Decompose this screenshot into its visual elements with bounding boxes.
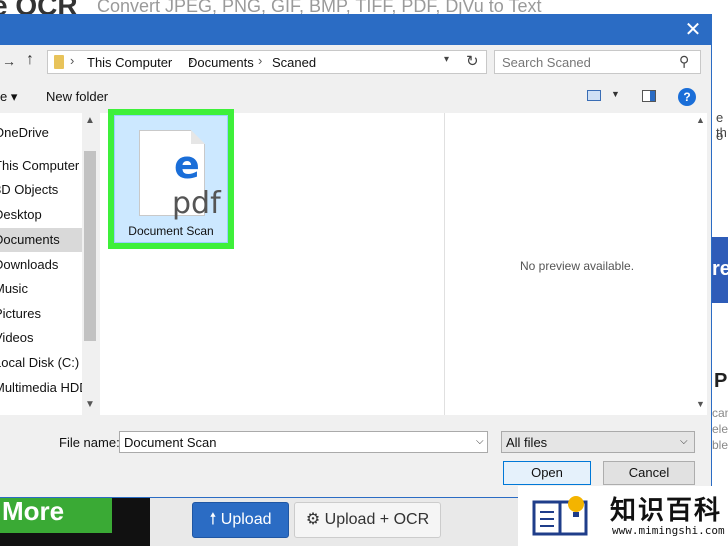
- edge-logo-icon: e: [174, 143, 200, 187]
- sidebar-item-multimedia-hdd[interactable]: Multimedia HDD: [0, 376, 82, 400]
- open-button[interactable]: Open: [503, 461, 591, 485]
- file-type-value: All files: [506, 435, 548, 450]
- upload-button[interactable]: 🠕 Upload: [192, 502, 289, 538]
- new-folder-button[interactable]: New folder: [46, 89, 108, 104]
- right-text: o: [716, 128, 724, 143]
- upload-ocr-button-label: Upload + OCR: [324, 511, 430, 528]
- sidebar-item-local-disk[interactable]: Local Disk (C:): [0, 351, 82, 375]
- refresh-icon[interactable]: ↻: [466, 52, 479, 70]
- navigation-pane: OneDrive This Computer 3D Objects Deskto…: [0, 113, 98, 415]
- file-name-label: Document Scan: [128, 224, 214, 238]
- up-arrow-icon[interactable]: ↑: [26, 51, 34, 69]
- book-lightbulb-logo: [532, 496, 588, 536]
- search-input[interactable]: Search Scaned ⚲: [494, 50, 701, 74]
- right-small-text: can ele ble: [712, 406, 728, 452]
- watermark: 知识百科 www.mimingshi.com: [518, 486, 728, 546]
- chevron-right-icon: ›: [258, 53, 263, 68]
- chevron-right-icon: ›: [70, 53, 75, 68]
- close-button[interactable]: ✕: [680, 17, 706, 43]
- edge-pdf-icon: e pdf: [139, 130, 221, 221]
- pdf-label: pdf: [172, 186, 221, 221]
- folder-icon: [54, 55, 64, 69]
- breadcrumb-scaned[interactable]: Scaned: [272, 55, 316, 70]
- sidebar-item-music[interactable]: Music: [0, 277, 82, 301]
- sidebar-item-this-computer[interactable]: This Computer: [0, 154, 82, 178]
- help-icon[interactable]: ?: [678, 88, 696, 106]
- watermark-url: www.mimingshi.com: [612, 524, 725, 537]
- file-name-input[interactable]: Document Scan ⌵: [119, 431, 488, 453]
- scroll-down-icon[interactable]: ▼: [82, 399, 98, 410]
- chevron-down-icon[interactable]: ⌵: [476, 436, 484, 447]
- chevron-down-icon[interactable]: ▼: [611, 89, 620, 99]
- no-preview-text: No preview available.: [519, 259, 635, 273]
- search-icon: ⚲: [679, 53, 690, 69]
- watermark-text: 知识百科: [610, 496, 723, 526]
- right-blue-text: re: [712, 258, 728, 280]
- sidebar-item-documents[interactable]: Documents: [0, 228, 82, 252]
- file-list: e pdf Document Scan: [100, 109, 444, 415]
- breadcrumb-documents[interactable]: Documents: [188, 55, 254, 70]
- scroll-up-icon[interactable]: ▲: [82, 115, 98, 126]
- breadcrumb-this-computer[interactable]: This Computer: [87, 55, 172, 70]
- scroll-up-icon[interactable]: ▲: [696, 115, 705, 125]
- upload-button-label: Upload: [220, 511, 272, 528]
- preview-pane-icon[interactable]: [642, 90, 656, 102]
- chevron-down-icon[interactable]: ▾: [444, 54, 449, 65]
- search-placeholder: Search Scaned: [502, 55, 591, 70]
- sidebar-item-onedrive[interactable]: OneDrive: [0, 121, 82, 145]
- open-file-dialog: ✕ → ↑ › This Computer › Documents › Scan…: [0, 14, 712, 498]
- file-name-field-label: File name:: [59, 435, 120, 450]
- sidebar-item-3d-objects[interactable]: 3D Objects: [0, 178, 82, 202]
- organize-button[interactable]: e ▾: [0, 89, 17, 105]
- cancel-button[interactable]: Cancel: [603, 461, 695, 485]
- dialog-titlebar: ✕: [0, 15, 711, 45]
- file-type-select[interactable]: All files ⌵: [501, 431, 695, 453]
- view-options-icon[interactable]: [587, 90, 601, 101]
- file-name-value: Document Scan: [124, 435, 217, 450]
- sidebar-item-desktop[interactable]: Desktop: [0, 203, 82, 227]
- nav-scrollbar-thumb[interactable]: [84, 151, 96, 341]
- sidebar-item-pictures[interactable]: Pictures: [0, 302, 82, 326]
- address-bar[interactable]: › This Computer › Documents › Scaned ▾ ↻: [47, 50, 487, 74]
- gear-icon: ⚙: [305, 511, 325, 528]
- chevron-down-icon: ⌵: [680, 436, 688, 447]
- back-arrow-icon[interactable]: →: [2, 53, 16, 69]
- sidebar-item-downloads[interactable]: Downloads: [0, 253, 82, 277]
- right-heading: PD: [714, 370, 728, 392]
- scroll-down-icon[interactable]: ▼: [696, 399, 705, 409]
- file-item[interactable]: e pdf Document Scan: [114, 115, 228, 243]
- upload-arrow-icon: 🠕: [209, 511, 221, 528]
- sidebar-item-videos[interactable]: Videos: [0, 326, 82, 350]
- upload-ocr-button[interactable]: ⚙ Upload + OCR: [294, 502, 441, 538]
- preview-pane: No preview available.: [445, 113, 707, 415]
